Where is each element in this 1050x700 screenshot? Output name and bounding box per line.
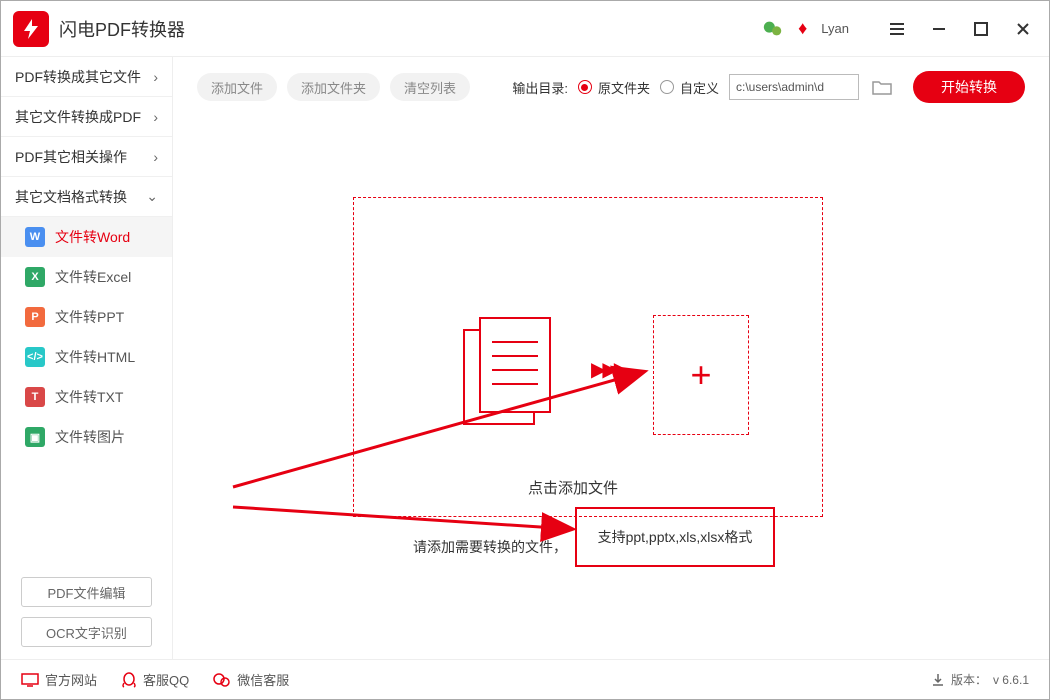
- sidebar-cat-other-to-pdf[interactable]: 其它文件转换成PDF ›: [1, 97, 172, 137]
- add-folder-button[interactable]: 添加文件夹: [287, 73, 380, 101]
- output-path-input[interactable]: [729, 74, 859, 100]
- username[interactable]: Lyan: [821, 21, 849, 36]
- radio-icon: [578, 80, 592, 94]
- app-window: 闪电PDF转换器 ♦ Lyan PDF转换成其它文件 › 其它文件转换成PDF › …: [0, 0, 1050, 700]
- sidebar-cat-pdf-ops[interactable]: PDF其它相关操作 ›: [1, 137, 172, 177]
- html-icon: </>: [25, 347, 45, 367]
- main-area: 添加文件 添加文件夹 清空列表 输出目录: 原文件夹 自定义 开始转换 ▶▶▶: [173, 57, 1049, 659]
- radio-label: 原文件夹: [598, 78, 650, 97]
- body: PDF转换成其它文件 › 其它文件转换成PDF › PDF其它相关操作 › 其它文档格…: [1, 57, 1049, 659]
- chevron-down-icon: ⌄: [146, 188, 158, 205]
- pdf-edit-button[interactable]: PDF文件编辑: [21, 577, 152, 607]
- arrows-icon: ▶▶▶: [591, 357, 625, 382]
- version-info: 版本： v 6.6.1: [931, 671, 1029, 688]
- titlebar: 闪电PDF转换器 ♦ Lyan: [1, 1, 1049, 57]
- version-label: 版本：: [951, 671, 987, 688]
- image-icon: ▣: [25, 427, 45, 447]
- txt-icon: T: [25, 387, 45, 407]
- radio-original-folder[interactable]: 原文件夹: [578, 78, 650, 97]
- sidebar: PDF转换成其它文件 › 其它文件转换成PDF › PDF其它相关操作 › 其它文档格…: [1, 57, 173, 659]
- qq-support-link[interactable]: 客服QQ: [121, 670, 189, 689]
- click-add-text: 点击添加文件: [528, 477, 618, 498]
- footer: 官方网站 客服QQ 微信客服 版本： v 6.6.1: [1, 659, 1049, 699]
- excel-icon: X: [25, 267, 45, 287]
- footer-label: 官方网站: [45, 670, 97, 689]
- app-logo: [13, 11, 49, 47]
- footer-label: 客服QQ: [143, 670, 189, 689]
- official-site-link[interactable]: 官方网站: [21, 670, 97, 689]
- folder-icon: [872, 79, 892, 95]
- chevron-right-icon: ›: [153, 109, 158, 125]
- ocr-button[interactable]: OCR文字识别: [21, 617, 152, 647]
- wechat-support-link[interactable]: 微信客服: [213, 670, 289, 689]
- cat-label: PDF转换成其它文件: [15, 67, 141, 87]
- menu-button[interactable]: [883, 15, 911, 43]
- hint-prefix: 请添加需要转换的文件，: [413, 537, 567, 557]
- sidebar-bottom: PDF文件编辑 OCR文字识别: [1, 565, 172, 659]
- cat-label: 其它文件转换成PDF: [15, 107, 141, 127]
- close-button[interactable]: [1009, 15, 1037, 43]
- add-file-button[interactable]: 添加文件: [197, 73, 277, 101]
- app-title: 闪电PDF转换器: [59, 16, 185, 42]
- toolbar: 添加文件 添加文件夹 清空列表 输出目录: 原文件夹 自定义 开始转换: [173, 57, 1049, 117]
- maximize-button[interactable]: [967, 15, 995, 43]
- minimize-button[interactable]: [925, 15, 953, 43]
- wechat-icon: [213, 672, 231, 688]
- wechat-icon[interactable]: [762, 18, 784, 40]
- download-icon: [931, 673, 945, 687]
- browse-folder-button[interactable]: [869, 74, 895, 100]
- sidebar-cat-pdf-to-other[interactable]: PDF转换成其它文件 ›: [1, 57, 172, 97]
- supported-formats-box: 支持ppt,pptx,xls,xlsx格式: [575, 507, 775, 567]
- sidebar-item-label: 文件转TXT: [55, 387, 123, 407]
- start-convert-button[interactable]: 开始转换: [913, 71, 1025, 103]
- output-dir-label: 输出目录:: [512, 78, 568, 97]
- sidebar-item-label: 文件转图片: [55, 427, 125, 447]
- chevron-right-icon: ›: [153, 69, 158, 85]
- sidebar-item-to-word[interactable]: W 文件转Word: [1, 217, 172, 257]
- sidebar-item-to-html[interactable]: </> 文件转HTML: [1, 337, 172, 377]
- dropzone[interactable]: [353, 197, 823, 517]
- version-value: v 6.6.1: [993, 673, 1029, 687]
- radio-label: 自定义: [680, 78, 719, 97]
- sidebar-item-label: 文件转Word: [55, 227, 130, 247]
- sidebar-item-label: 文件转HTML: [55, 347, 135, 367]
- sidebar-cat-other-formats[interactable]: 其它文档格式转换 ⌄: [1, 177, 172, 217]
- cat-label: 其它文档格式转换: [15, 187, 127, 207]
- sidebar-item-label: 文件转PPT: [55, 307, 124, 327]
- footer-label: 微信客服: [237, 670, 289, 689]
- word-icon: W: [25, 227, 45, 247]
- documents-icon: [458, 312, 568, 432]
- sidebar-item-to-ppt[interactable]: P 文件转PPT: [1, 297, 172, 337]
- titlebar-right: ♦ Lyan: [762, 15, 1037, 43]
- radio-icon: [660, 80, 674, 94]
- vip-icon[interactable]: ♦: [798, 18, 807, 39]
- add-file-plus[interactable]: +: [653, 315, 749, 435]
- chevron-right-icon: ›: [153, 149, 158, 165]
- sidebar-item-to-image[interactable]: ▣ 文件转图片: [1, 417, 172, 457]
- radio-custom-folder[interactable]: 自定义: [660, 78, 719, 97]
- cat-label: PDF其它相关操作: [15, 147, 127, 167]
- sidebar-item-to-excel[interactable]: X 文件转Excel: [1, 257, 172, 297]
- monitor-icon: [21, 673, 39, 687]
- qq-icon: [121, 671, 137, 689]
- ppt-icon: P: [25, 307, 45, 327]
- clear-list-button[interactable]: 清空列表: [390, 73, 470, 101]
- sidebar-item-label: 文件转Excel: [55, 267, 131, 287]
- sidebar-item-to-txt[interactable]: T 文件转TXT: [1, 377, 172, 417]
- lightning-icon: [19, 17, 43, 41]
- sidebar-subitems: W 文件转Word X 文件转Excel P 文件转PPT </> 文件转HTML T文…: [1, 217, 172, 457]
